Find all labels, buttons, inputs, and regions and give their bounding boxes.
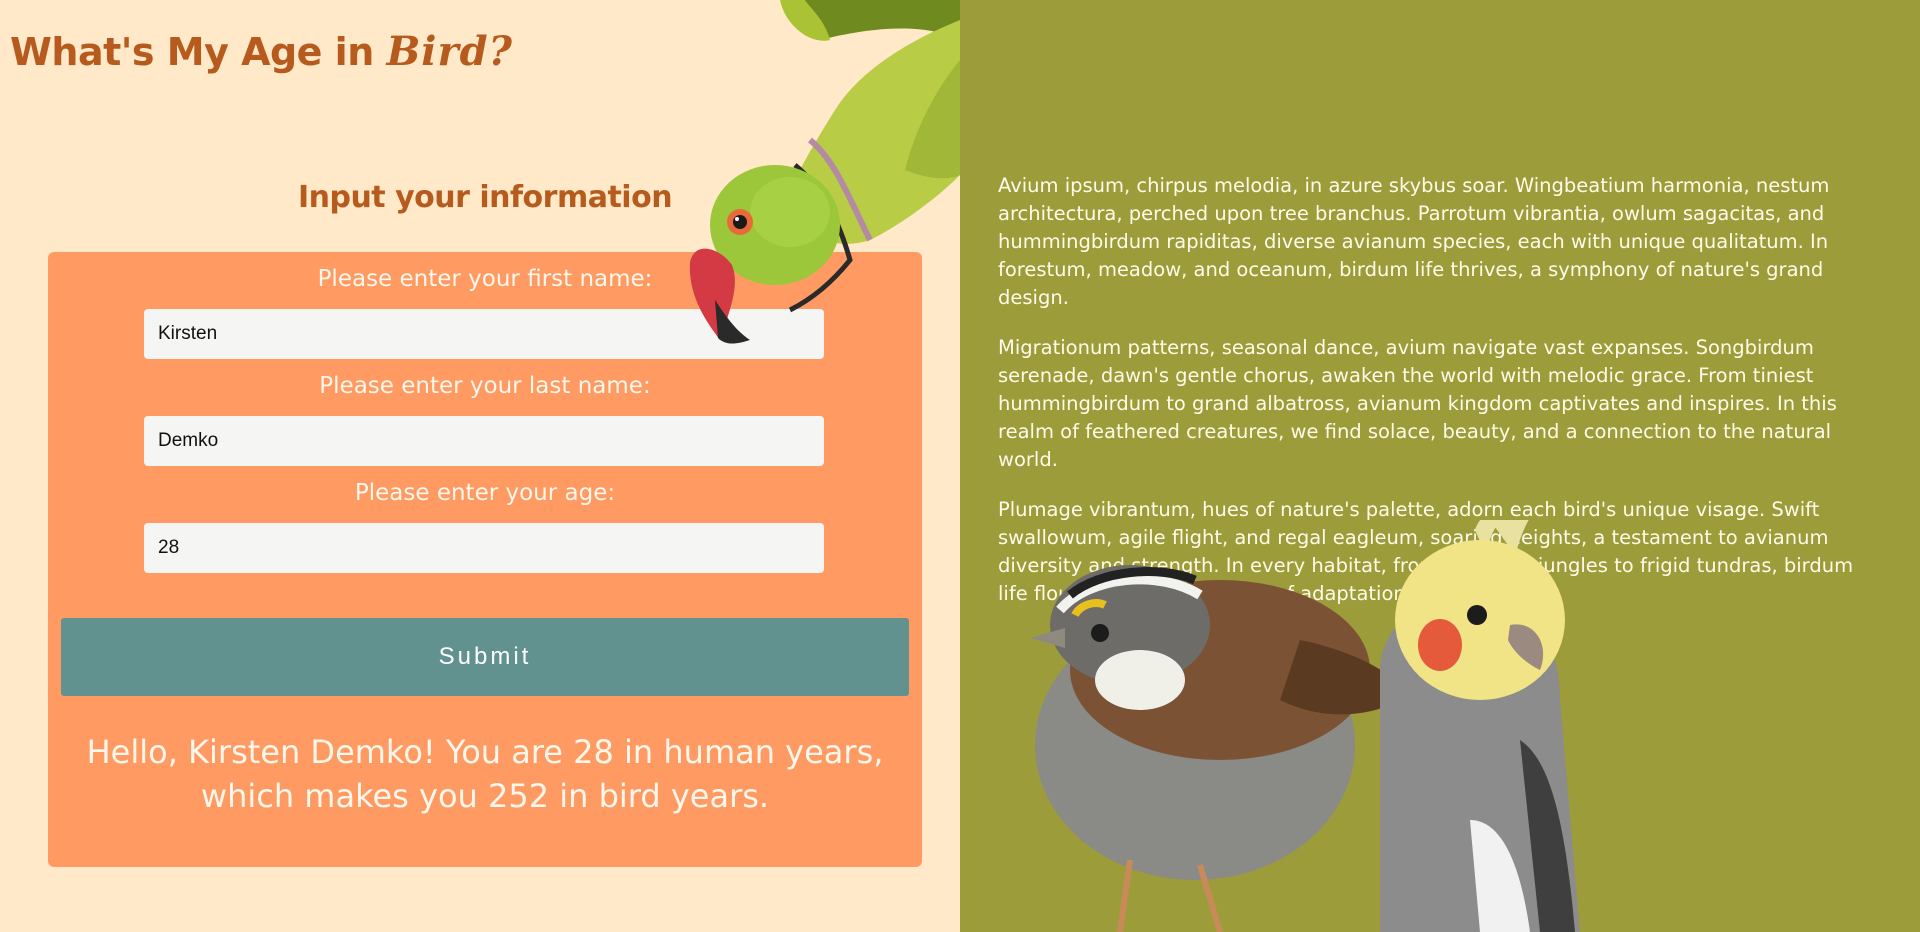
info-paragraph-1: Avium ipsum, chirpus melodia, in azure s… <box>998 174 1830 309</box>
site-title-prefix: What's My Age in <box>10 30 374 74</box>
last-name-input[interactable] <box>144 416 824 466</box>
site-title: What's My Age in Bird? <box>10 28 513 75</box>
age-input[interactable] <box>144 523 824 573</box>
left-panel: What's My Age in Bird? Input your inform… <box>0 0 960 932</box>
site-title-highlight: Bird? <box>386 28 513 75</box>
parakeet-icon <box>660 0 960 350</box>
cockatiel-icon <box>1380 497 1580 932</box>
info-paragraph-2: Migrationum patterns, seasonal dance, av… <box>998 336 1837 471</box>
right-panel: Avium ipsum, chirpus melodia, in azure s… <box>960 0 1920 932</box>
result-message: Hello, Kirsten Demko! You are 28 in huma… <box>86 733 884 815</box>
last-name-label: Please enter your last name: <box>319 373 651 399</box>
submit-button[interactable]: Submit <box>61 618 909 696</box>
birds-illustration <box>1020 497 1640 932</box>
age-label: Please enter your age: <box>354 480 616 506</box>
